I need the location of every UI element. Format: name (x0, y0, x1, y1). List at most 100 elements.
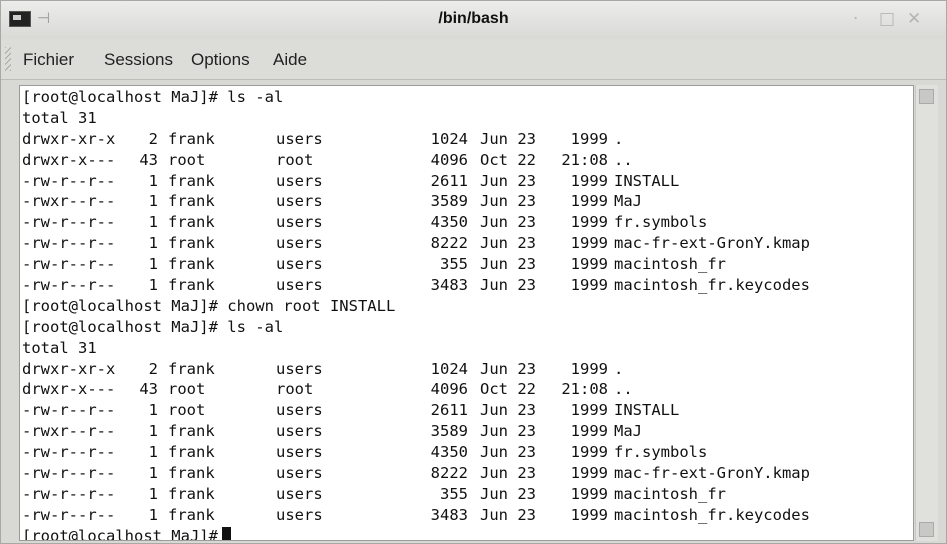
file-date: Jun 23 (480, 484, 536, 503)
file-time: 1999 (570, 505, 608, 524)
file-permissions: -rwxr--r-- (22, 192, 116, 211)
file-size: 355 (440, 484, 468, 503)
menu-aide[interactable]: Aide (273, 50, 307, 70)
scroll-down-icon[interactable] (919, 522, 934, 537)
terminal-window: ⊣ /bin/bash · □ ✕ Fichier Sessions Optio… (0, 0, 947, 544)
file-date: Jun 23 (480, 213, 536, 232)
menu-bar: Fichier Sessions Options Aide (1, 39, 946, 80)
file-links: 1 (148, 171, 158, 190)
file-size: 2611 (430, 171, 468, 190)
file-row: drwxr-x--- 43 root root 4096 Oct 22 21:08.. (22, 150, 633, 171)
file-row: -rw-r--r-- 1 frank users 4350 Jun 23 1999 fr.sy… (22, 212, 707, 233)
file-size: 3483 (430, 276, 468, 295)
file-group: users (276, 213, 323, 232)
file-name: fr.symbols (614, 213, 708, 232)
file-permissions: -rw-r--r-- (22, 276, 116, 295)
file-owner: root (168, 380, 206, 399)
maximize-icon[interactable]: □ (879, 9, 895, 29)
file-size: 3589 (430, 192, 468, 211)
minimize-icon[interactable]: · (853, 9, 858, 29)
file-links: 1 (148, 505, 158, 524)
file-date: Jun 23 (480, 171, 536, 190)
file-time: 1999 (570, 401, 608, 420)
file-name: mac-fr-ext-GronY.kmap (614, 464, 810, 483)
file-size: 4096 (430, 380, 468, 399)
file-row: -rw-r--r-- 1 frank users 355 Jun 23 1999 macint… (22, 254, 726, 275)
scroll-up-icon[interactable] (919, 89, 934, 104)
file-row: drwxr-xr-x 2 frank users 1024 Jun 23 1999. (22, 359, 623, 380)
file-group: users (276, 171, 323, 190)
file-size: 3589 (430, 422, 468, 441)
file-permissions: -rw-r--r-- (22, 505, 116, 524)
file-group: users (276, 401, 323, 420)
file-date: Oct 22 (480, 150, 536, 169)
file-links: 1 (148, 213, 158, 232)
file-links: 1 (148, 276, 158, 295)
file-group: users (276, 484, 323, 503)
file-group: root (276, 380, 314, 399)
file-owner: frank (168, 171, 215, 190)
file-links: 1 (148, 401, 158, 420)
file-row: -rw-r--r-- 1 frank users 3483 Jun 23 1999 macin… (22, 505, 810, 526)
file-time: 1999 (570, 255, 608, 274)
file-owner: root (168, 150, 206, 169)
file-links: 2 (148, 129, 158, 148)
file-group: root (276, 150, 314, 169)
total-line: total 31 (22, 338, 97, 357)
file-name: mac-fr-ext-GronY.kmap (614, 234, 810, 253)
file-name: macintosh_fr.keycodes (614, 505, 810, 524)
file-owner: frank (168, 505, 215, 524)
file-permissions: drwxr-x--- (22, 380, 116, 399)
file-date: Jun 23 (480, 422, 536, 441)
file-time: 1999 (570, 192, 608, 211)
toolbar-grip-icon[interactable] (5, 47, 11, 71)
file-links: 1 (148, 464, 158, 483)
file-name: .. (614, 380, 633, 399)
file-name: macintosh_fr (614, 484, 726, 503)
file-name: macintosh_fr (614, 255, 726, 274)
menu-fichier[interactable]: Fichier (23, 50, 74, 70)
file-permissions: -rw-r--r-- (22, 484, 116, 503)
title-bar[interactable]: ⊣ /bin/bash · □ ✕ (1, 1, 946, 39)
menu-sessions[interactable]: Sessions (104, 50, 173, 70)
file-links: 1 (148, 422, 158, 441)
file-date: Jun 23 (480, 443, 536, 462)
file-group: users (276, 464, 323, 483)
text-cursor (221, 526, 231, 540)
menu-options[interactable]: Options (191, 50, 250, 70)
file-links: 43 (139, 150, 158, 169)
file-row: -rw-r--r-- 1 frank users 3483 Jun 23 1999 macin… (22, 275, 810, 296)
file-permissions: -rw-r--r-- (22, 464, 116, 483)
file-owner: frank (168, 276, 215, 295)
file-permissions: -rw-r--r-- (22, 213, 116, 232)
file-size: 4350 (430, 213, 468, 232)
file-group: users (276, 192, 323, 211)
file-links: 1 (148, 192, 158, 211)
file-permissions: -rw-r--r-- (22, 443, 116, 462)
file-owner: frank (168, 422, 215, 441)
file-owner: frank (168, 443, 215, 462)
file-row: -rw-r--r-- 1 frank users 2611 Jun 23 1999 INSTA… (22, 171, 679, 192)
file-group: users (276, 422, 323, 441)
file-name: MaJ (614, 422, 642, 441)
close-icon[interactable]: ✕ (907, 9, 921, 29)
file-time: 1999 (570, 234, 608, 253)
prompt-line: [root@localhost MaJ]# ls -al (22, 88, 284, 106)
file-permissions: -rw-r--r-- (22, 171, 116, 190)
file-date: Oct 22 (480, 380, 536, 399)
file-owner: frank (168, 464, 215, 483)
file-permissions: drwxr-x--- (22, 150, 116, 169)
file-name: macintosh_fr.keycodes (614, 276, 810, 295)
file-size: 2611 (430, 401, 468, 420)
file-row: -rw-r--r-- 1 frank users 8222 Jun 23 1999 mac-f… (22, 463, 810, 484)
terminal-output[interactable]: [root@localhost MaJ]# ls -al total 31 dr… (19, 85, 914, 541)
file-date: Jun 23 (480, 359, 536, 378)
vertical-scrollbar[interactable] (915, 85, 938, 541)
file-permissions: -rw-r--r-- (22, 255, 116, 274)
file-owner: frank (168, 484, 215, 503)
file-size: 355 (440, 255, 468, 274)
file-links: 1 (148, 443, 158, 462)
prompt-line: [root@localhost MaJ]# (22, 526, 395, 540)
file-owner: root (168, 401, 206, 420)
file-name: INSTALL (614, 171, 680, 190)
